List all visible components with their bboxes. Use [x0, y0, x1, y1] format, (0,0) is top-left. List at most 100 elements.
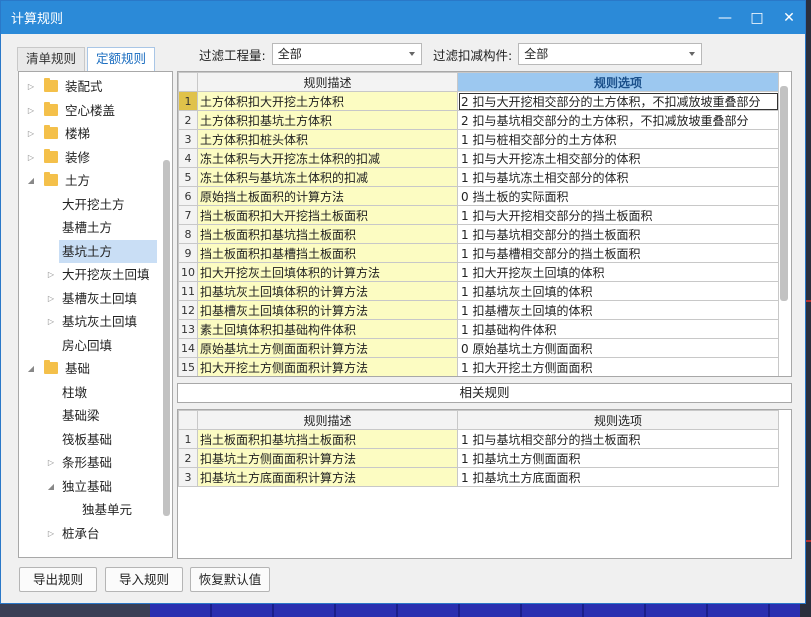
- rule-option-cell[interactable]: 0 挡土板的实际面积: [457, 186, 779, 206]
- rule-description-cell[interactable]: 原始挡土板面积的计算方法: [197, 186, 458, 206]
- rule-description-cell[interactable]: 挡土板面积扣基槽挡土板面积: [197, 243, 458, 263]
- expand-caret-icon[interactable]: ▷: [45, 263, 57, 286]
- rule-description-cell[interactable]: 土方体积扣基坑土方体积: [197, 110, 458, 130]
- tree-item[interactable]: ◢ 独立基础: [19, 475, 169, 498]
- tree-item[interactable]: ▷ 基槽灰土回填: [19, 287, 169, 310]
- rule-option-cell[interactable]: 1 扣与基坑相交部分的挡土板面积: [457, 429, 779, 449]
- collapse-caret-icon[interactable]: ◢: [45, 475, 57, 498]
- collapse-caret-icon[interactable]: ◢: [25, 357, 37, 380]
- tree-item[interactable]: 基槽土方: [19, 216, 169, 239]
- table-row[interactable]: 4 冻土体积与大开挖冻土体积的扣减 1 扣与大开挖冻土相交部分的体积: [178, 148, 779, 168]
- tree-item[interactable]: 基坑土方: [59, 239, 157, 263]
- table-row[interactable]: 8 挡土板面积扣基坑挡土板面积 1 扣与基坑相交部分的挡土板面积: [178, 224, 779, 244]
- tree-item[interactable]: 房心回填: [19, 334, 169, 357]
- table-row[interactable]: 1 土方体积扣大开挖土方体积 2 扣与大开挖相交部分的土方体积，不扣减放坡重叠部分: [178, 91, 779, 111]
- tree-item[interactable]: ◢ 基础: [19, 357, 169, 380]
- collapse-caret-icon[interactable]: ◢: [25, 169, 37, 192]
- rule-option-cell[interactable]: 0 原始基坑土方侧面面积: [457, 338, 779, 358]
- tree-item[interactable]: 基础梁: [19, 404, 169, 427]
- expand-caret-icon[interactable]: ▷: [45, 310, 57, 333]
- tree-item[interactable]: ▷ 条形基础: [19, 451, 169, 474]
- rule-description-cell[interactable]: 扣基坑土方底面面积计算方法: [197, 467, 458, 487]
- expand-caret-icon[interactable]: ▷: [25, 146, 37, 169]
- tab-quota-rules[interactable]: 定额规则: [87, 47, 156, 71]
- rule-description-cell[interactable]: 土方体积扣大开挖土方体积: [197, 91, 458, 111]
- rule-description-cell[interactable]: 土方体积扣桩头体积: [197, 129, 458, 149]
- tree-item[interactable]: ▷ 基坑灰土回填: [19, 310, 169, 333]
- rule-description-cell[interactable]: 挡土板面积扣基坑挡土板面积: [197, 429, 458, 449]
- rule-option-cell[interactable]: 1 扣与基坑相交部分的挡土板面积: [457, 224, 779, 244]
- rule-option-cell[interactable]: 2 扣与基坑相交部分的土方体积，不扣减放坡重叠部分: [457, 110, 779, 130]
- filter-quantity-select[interactable]: 全部: [271, 43, 422, 65]
- rule-description-cell[interactable]: 扣基槽灰土回填体积的计算方法: [197, 300, 458, 320]
- rule-option-cell[interactable]: 1 扣与基槽相交部分的挡土板面积: [457, 243, 779, 263]
- table-row[interactable]: 13 素土回填体积扣基础构件体积 1 扣基础构件体积: [178, 319, 779, 339]
- rule-description-cell[interactable]: 扣基坑灰土回填体积的计算方法: [197, 281, 458, 301]
- rules-grid-scrollbar[interactable]: [780, 86, 788, 301]
- tree-item[interactable]: ▷ 桩承台: [19, 522, 169, 545]
- filter-component-select[interactable]: 全部: [518, 43, 703, 65]
- maximize-button[interactable]: □: [741, 10, 773, 26]
- tree-item[interactable]: ▷ 楼梯: [19, 122, 169, 145]
- table-row[interactable]: 1 挡土板面积扣基坑挡土板面积 1 扣与基坑相交部分的挡土板面积: [178, 429, 779, 449]
- table-row[interactable]: 6 原始挡土板面积的计算方法 0 挡土板的实际面积: [178, 186, 779, 206]
- expand-caret-icon[interactable]: ▷: [25, 75, 37, 98]
- rule-option-cell[interactable]: 1 扣基坑土方侧面面积: [457, 448, 779, 468]
- rule-description-cell[interactable]: 冻土体积与大开挖冻土体积的扣减: [197, 148, 458, 168]
- rule-option-cell[interactable]: 1 扣基槽灰土回填的体积: [457, 300, 779, 320]
- table-row[interactable]: 3 土方体积扣桩头体积 1 扣与桩相交部分的土方体积: [178, 129, 779, 149]
- table-row[interactable]: 12 扣基槽灰土回填体积的计算方法 1 扣基槽灰土回填的体积: [178, 300, 779, 320]
- rule-description-cell[interactable]: 冻土体积与基坑冻土体积的扣减: [197, 167, 458, 187]
- rule-description-cell[interactable]: 扣基坑土方侧面面积计算方法: [197, 448, 458, 468]
- rule-option-cell[interactable]: 1 扣基础构件体积: [457, 319, 779, 339]
- tree-item[interactable]: ▷ 空心楼盖: [19, 99, 169, 122]
- expand-caret-icon[interactable]: ▷: [45, 287, 57, 310]
- table-row[interactable]: 2 扣基坑土方侧面面积计算方法 1 扣基坑土方侧面面积: [178, 448, 779, 468]
- minimize-button[interactable]: —: [709, 10, 741, 26]
- tree-item[interactable]: 筏板基础: [19, 428, 169, 451]
- tree-item[interactable]: 柱墩: [19, 381, 169, 404]
- rule-option-cell[interactable]: 1 扣基坑土方底面面积: [457, 467, 779, 487]
- rule-option-cell[interactable]: 1 扣大开挖灰土回填的体积: [457, 262, 779, 282]
- tree-item[interactable]: ▷ 大开挖灰土回填: [19, 263, 169, 286]
- rule-option-cell[interactable]: 1 扣与基坑冻土相交部分的体积: [457, 167, 779, 187]
- import-rules-button[interactable]: 导入规则: [105, 567, 183, 592]
- table-row[interactable]: 14 原始基坑土方侧面面积计算方法 0 原始基坑土方侧面面积: [178, 338, 779, 358]
- export-rules-button[interactable]: 导出规则: [19, 567, 97, 592]
- table-row[interactable]: 3 扣基坑土方底面面积计算方法 1 扣基坑土方底面面积: [178, 467, 779, 487]
- rule-option-cell[interactable]: 1 扣与大开挖相交部分的挡土板面积: [457, 205, 779, 225]
- rule-description-cell[interactable]: 扣大开挖土方侧面面积计算方法: [197, 357, 458, 376]
- rule-description-cell[interactable]: 扣大开挖灰土回填体积的计算方法: [197, 262, 458, 282]
- rule-option-cell[interactable]: 2 扣与大开挖相交部分的土方体积，不扣减放坡重叠部分: [457, 91, 779, 111]
- rule-description-cell[interactable]: 原始基坑土方侧面面积计算方法: [197, 338, 458, 358]
- table-row[interactable]: 9 挡土板面积扣基槽挡土板面积 1 扣与基槽相交部分的挡土板面积: [178, 243, 779, 263]
- component-tree[interactable]: ▷ 装配式 ▷ 空心楼盖 ▷ 楼梯 ▷ 装修 ◢ 土方 大开挖土方 基槽土方 基坑土方 ▷ 大开挖灰土回填 ▷…: [18, 71, 173, 558]
- tree-item-label: 装配式: [65, 79, 103, 94]
- table-row[interactable]: 5 冻土体积与基坑冻土体积的扣减 1 扣与基坑冻土相交部分的体积: [178, 167, 779, 187]
- tab-list-rules[interactable]: 清单规则: [17, 47, 86, 71]
- tree-item[interactable]: 独基单元: [19, 498, 169, 521]
- rule-option-cell[interactable]: 1 扣大开挖土方侧面面积: [457, 357, 779, 376]
- table-row[interactable]: 15 扣大开挖土方侧面面积计算方法 1 扣大开挖土方侧面面积: [178, 357, 779, 376]
- table-row[interactable]: 2 土方体积扣基坑土方体积 2 扣与基坑相交部分的土方体积，不扣减放坡重叠部分: [178, 110, 779, 130]
- table-row[interactable]: 7 挡土板面积扣大开挖挡土板面积 1 扣与大开挖相交部分的挡土板面积: [178, 205, 779, 225]
- rule-description-cell[interactable]: 挡土板面积扣大开挖挡土板面积: [197, 205, 458, 225]
- rule-option-cell[interactable]: 1 扣与大开挖冻土相交部分的体积: [457, 148, 779, 168]
- expand-caret-icon[interactable]: ▷: [45, 522, 57, 545]
- rule-description-cell[interactable]: 素土回填体积扣基础构件体积: [197, 319, 458, 339]
- tree-item[interactable]: 大开挖土方: [19, 193, 169, 216]
- table-row[interactable]: 10 扣大开挖灰土回填体积的计算方法 1 扣大开挖灰土回填的体积: [178, 262, 779, 282]
- rule-description-cell[interactable]: 挡土板面积扣基坑挡土板面积: [197, 224, 458, 244]
- rule-option-cell[interactable]: 1 扣基坑灰土回填的体积: [457, 281, 779, 301]
- expand-caret-icon[interactable]: ▷: [25, 122, 37, 145]
- table-row[interactable]: 11 扣基坑灰土回填体积的计算方法 1 扣基坑灰土回填的体积: [178, 281, 779, 301]
- tree-item[interactable]: ▷ 装配式: [19, 75, 169, 98]
- expand-caret-icon[interactable]: ▷: [45, 451, 57, 474]
- column-header-option[interactable]: 规则选项: [457, 72, 779, 92]
- close-button[interactable]: ✕: [773, 10, 805, 26]
- tree-item[interactable]: ◢ 土方: [19, 169, 169, 192]
- expand-caret-icon[interactable]: ▷: [25, 99, 37, 122]
- rule-option-cell[interactable]: 1 扣与桩相交部分的土方体积: [457, 129, 779, 149]
- restore-default-button[interactable]: 恢复默认值: [190, 567, 270, 592]
- tree-item[interactable]: ▷ 装修: [19, 146, 169, 169]
